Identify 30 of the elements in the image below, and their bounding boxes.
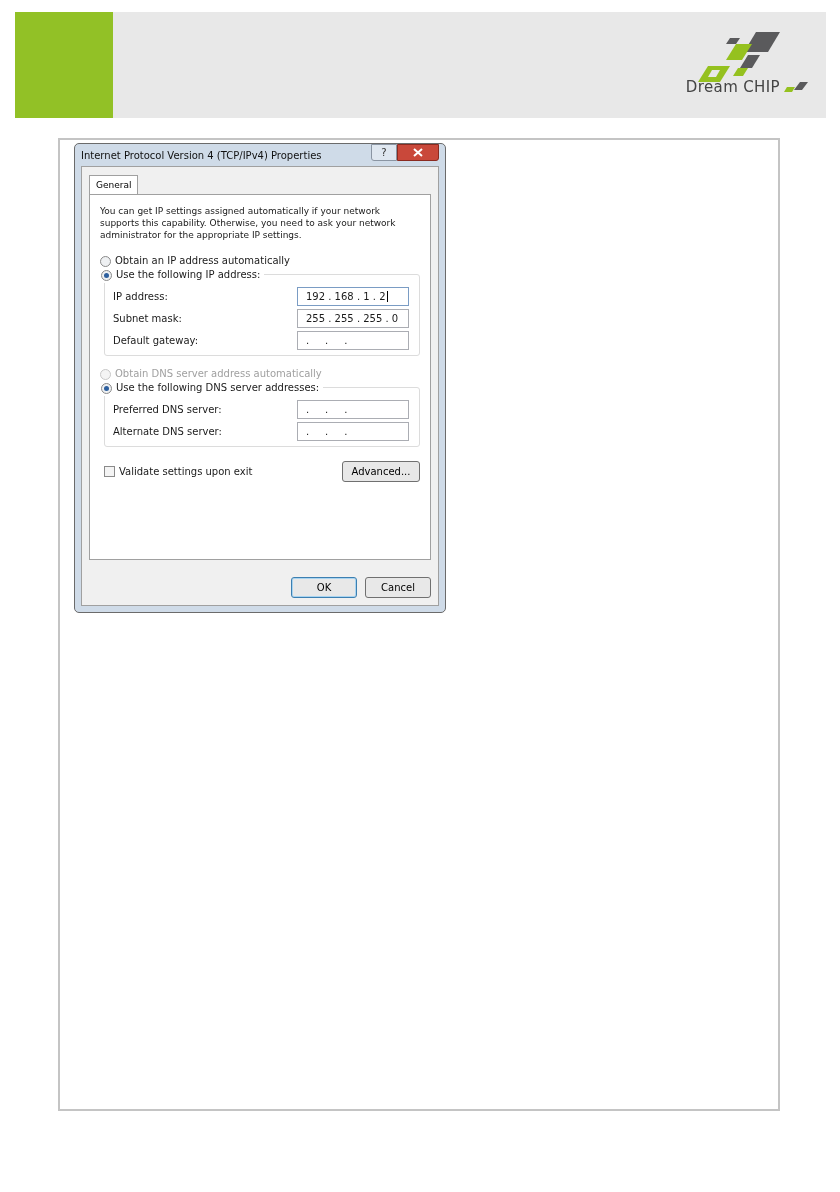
checkbox[interactable] bbox=[104, 466, 115, 477]
radio-label: Obtain DNS server address automatically bbox=[115, 369, 322, 379]
logo-text: Dream CHIP bbox=[685, 76, 780, 98]
help-button[interactable]: ? bbox=[371, 144, 397, 161]
logo-small-mark-icon bbox=[784, 82, 810, 92]
field-label: Preferred DNS server: bbox=[113, 402, 222, 417]
field-label: Default gateway: bbox=[113, 333, 199, 348]
window-title: Internet Protocol Version 4 (TCP/IPv4) Properties bbox=[81, 148, 322, 163]
close-button[interactable] bbox=[397, 144, 439, 161]
ip-address-field[interactable]: . . . bbox=[297, 399, 409, 419]
radio-label: Use the following IP address: bbox=[116, 270, 261, 280]
dialog-button[interactable]: Cancel bbox=[365, 577, 431, 598]
checkbox-label: Validate settings upon exit bbox=[119, 465, 253, 479]
ip-address-field[interactable]: . . . bbox=[297, 421, 409, 441]
field-label: IP address: bbox=[113, 289, 168, 304]
ip-address-field[interactable]: 192 . 168 . 1 . 2 bbox=[297, 286, 409, 306]
close-icon bbox=[413, 148, 423, 157]
radio-button[interactable] bbox=[100, 255, 111, 267]
radio-button[interactable] bbox=[101, 269, 112, 281]
field-label: Subnet mask: bbox=[113, 311, 182, 326]
tab[interactable]: General bbox=[89, 175, 139, 195]
dialog-button[interactable]: OK bbox=[291, 577, 357, 598]
field-label: Alternate DNS server: bbox=[113, 424, 222, 439]
ip-address-field[interactable]: 255 . 255 . 255 . 0 bbox=[297, 308, 409, 328]
radio-label: Obtain an IP address automatically bbox=[115, 256, 290, 266]
ip-address-field[interactable]: . . . bbox=[297, 330, 409, 350]
radio-button[interactable] bbox=[101, 382, 112, 394]
description-text: You can get IP settings assigned automatically if your network supports this capability. Otherwise, you need to ask your network administrator for the appropriate IP settings. bbox=[100, 205, 397, 241]
radio-label: Use the following DNS server addresses: bbox=[116, 383, 320, 393]
advanced-button[interactable]: Advanced... bbox=[342, 461, 420, 482]
